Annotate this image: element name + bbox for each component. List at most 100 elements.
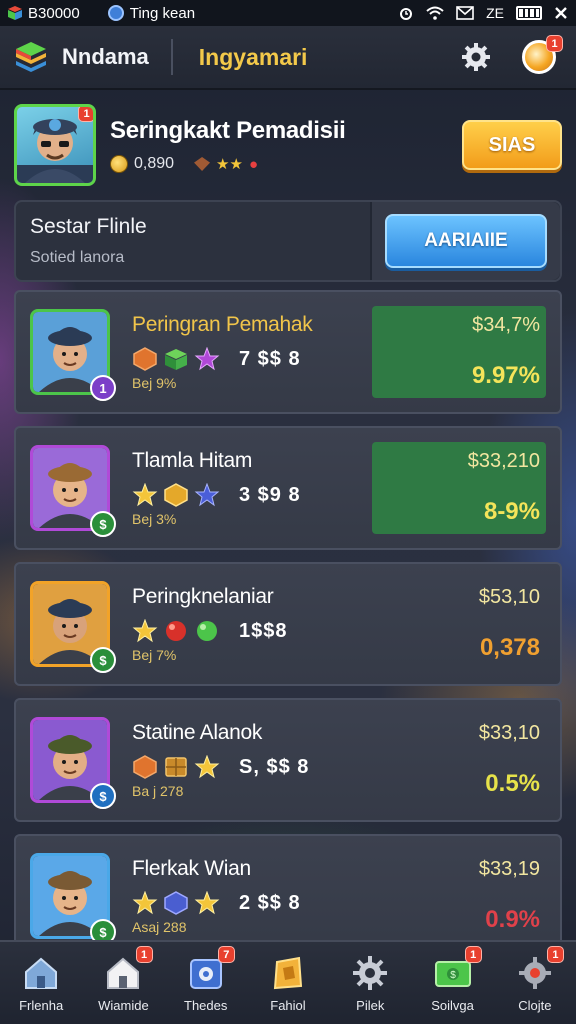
player-value-panel: $33,10 0.5% — [372, 714, 546, 806]
nav-label: Soilvga — [431, 997, 474, 1013]
star-gold-icon — [132, 483, 158, 507]
hex-orange-icon — [133, 347, 157, 371]
player-value-panel: $33,19 0.9% — [372, 850, 546, 942]
mail-icon — [456, 6, 474, 20]
crate-gold-icon — [165, 757, 187, 777]
coin-shop-button[interactable]: 1 — [522, 35, 563, 74]
player-name: Peringran Pemahak — [132, 313, 313, 336]
status-left-text: B30000 — [28, 4, 80, 22]
nav-badge: 1 — [546, 946, 564, 963]
close-icon[interactable] — [554, 6, 568, 20]
orb-red-icon — [166, 621, 186, 641]
bottom-navigation: Frlenha 1 Wiamide 7 Thedes Fahiol Pilek $1 Soilv… — [0, 940, 576, 1024]
chest-icon — [273, 956, 303, 989]
star-blue-icon — [194, 483, 220, 507]
search-panel-subtitle: Sotied lanora — [30, 249, 125, 266]
player-rank-badge: $ — [90, 647, 116, 673]
player-rank-badge: 1 — [90, 375, 116, 401]
player-list: 1 Peringran Pemahak 7 $$ 8 Bej 9% $34,7% 9.97… — [14, 290, 562, 970]
player-price: $34,7% — [472, 314, 540, 336]
player-avatar[interactable]: $ — [30, 581, 116, 673]
player-score: 7 $$ 8 — [239, 347, 301, 370]
player-name: Statine Alanok — [132, 721, 263, 744]
status-app-text: Ting kean — [129, 4, 196, 22]
settings-gear-icon[interactable] — [460, 41, 492, 73]
profile-action-button[interactable]: SIAS — [462, 120, 562, 170]
player-subtext: Bej 7% — [132, 647, 177, 663]
player-price: $33,210 — [467, 450, 540, 472]
orb-green-icon — [197, 621, 217, 641]
app-header: Nndama Ingyamari 1 — [0, 26, 576, 90]
nav-item-frlenha[interactable]: Frlenha — [0, 942, 82, 1024]
player-percent: 9.97% — [471, 362, 540, 389]
nav-item-soilvga[interactable]: $1 Soilvga — [411, 942, 493, 1024]
coin-icon — [110, 155, 128, 173]
star-icon: ★★ — [216, 156, 243, 173]
heart-icon: ● — [248, 155, 259, 173]
nav-label: Pilek — [356, 997, 385, 1013]
star-gold-icon — [132, 891, 158, 915]
profile-stats: 0,890 ★★ ● — [110, 155, 345, 173]
player-value-panel: $33,210 8-9% — [372, 442, 546, 534]
profile-panel: 1 Seringkakt Pemadisii 0,890 ★★ ● SIAS — [14, 100, 562, 190]
star-purple-icon — [194, 347, 220, 371]
star-gold-icon — [194, 891, 220, 915]
globe-icon — [107, 5, 124, 21]
player-price: $33,19 — [478, 858, 540, 880]
player-avatar[interactable]: $ — [30, 445, 116, 537]
nav-item-wiamide[interactable]: 1 Wiamide — [82, 942, 164, 1024]
player-value-panel: $53,10 0,378 — [372, 578, 546, 670]
app-cube-icon — [8, 6, 22, 20]
hex-gold-icon — [164, 483, 188, 507]
player-percent: 0.5% — [485, 770, 540, 797]
profile-avatar-badge: 1 — [78, 107, 93, 122]
nav-item-pilek[interactable]: Pilek — [329, 942, 411, 1024]
player-subtext: Ba j 278 — [132, 783, 184, 799]
status-bar: B30000 Ting kean ZE — [0, 0, 576, 26]
nav-label: Wiamide — [98, 997, 149, 1013]
player-price: $53,10 — [478, 586, 540, 608]
player-name: Tlamla Hitam — [132, 449, 253, 472]
player-avatar[interactable]: 1 — [30, 309, 116, 401]
header-subtitle: Ingyamari — [198, 43, 308, 70]
nav-badge: 1 — [135, 946, 153, 963]
app-name: Nndama — [62, 44, 149, 69]
player-percent: 0.9% — [485, 906, 540, 933]
hex-blue-icon — [164, 891, 188, 915]
nav-label: Thedes — [184, 997, 228, 1013]
nav-item-fahiol[interactable]: Fahiol — [247, 942, 329, 1024]
player-name: Flerkak Wian — [132, 857, 251, 880]
profile-coins: 0,890 — [134, 155, 175, 172]
player-score: 1$$8 — [239, 619, 288, 642]
app-logo-icon[interactable] — [14, 40, 48, 74]
player-card[interactable]: $ Tlamla Hitam 3 $9 8 Bej 3% $33,210 8-9% — [14, 426, 562, 550]
star-gold-icon — [132, 619, 158, 643]
nav-item-thedes[interactable]: 7 Thedes — [165, 942, 247, 1024]
player-card[interactable]: 1 Peringran Pemahak 7 $$ 8 Bej 9% $34,7% 9.97… — [14, 290, 562, 414]
search-panel: Sestar Flinle Sotied lanora AARIAIIE — [14, 200, 562, 282]
player-percent: 0,378 — [479, 634, 540, 661]
home-icon — [25, 957, 58, 989]
profile-avatar[interactable]: 1 — [14, 104, 96, 186]
player-score: 3 $9 8 — [239, 483, 301, 506]
nav-item-clojte[interactable]: 1 Clojte — [494, 942, 576, 1024]
player-card[interactable]: $ Peringknelaniar 1$$8 Bej 7% $53,10 0,378 — [14, 562, 562, 686]
player-score: S, $$ 8 — [239, 755, 310, 778]
player-avatar[interactable]: $ — [30, 717, 116, 809]
player-card[interactable]: $ Statine Alanok S, $$ 8 Ba j 278 $33,10 0.5% — [14, 698, 562, 822]
star-gold-icon — [194, 755, 220, 779]
player-rank-badge: $ — [90, 783, 116, 809]
player-price: $33,10 — [478, 722, 540, 744]
player-subtext: Asaj 288 — [132, 919, 187, 935]
player-rank-badge: $ — [90, 511, 116, 537]
nav-badge: 1 — [464, 946, 482, 963]
player-percent: 8-9% — [483, 498, 540, 525]
search-action-button[interactable]: AARIAIIE — [385, 214, 547, 268]
player-name: Peringknelaniar — [132, 585, 274, 608]
player-avatar[interactable]: $ — [30, 853, 116, 945]
player-subtext: Bej 3% — [132, 511, 177, 527]
player-score: 2 $$ 8 — [239, 891, 301, 914]
nav-label: Fahiol — [270, 997, 306, 1013]
profile-name: Seringkakt Pemadisii — [110, 117, 346, 144]
nav-badge: 7 — [217, 946, 235, 963]
